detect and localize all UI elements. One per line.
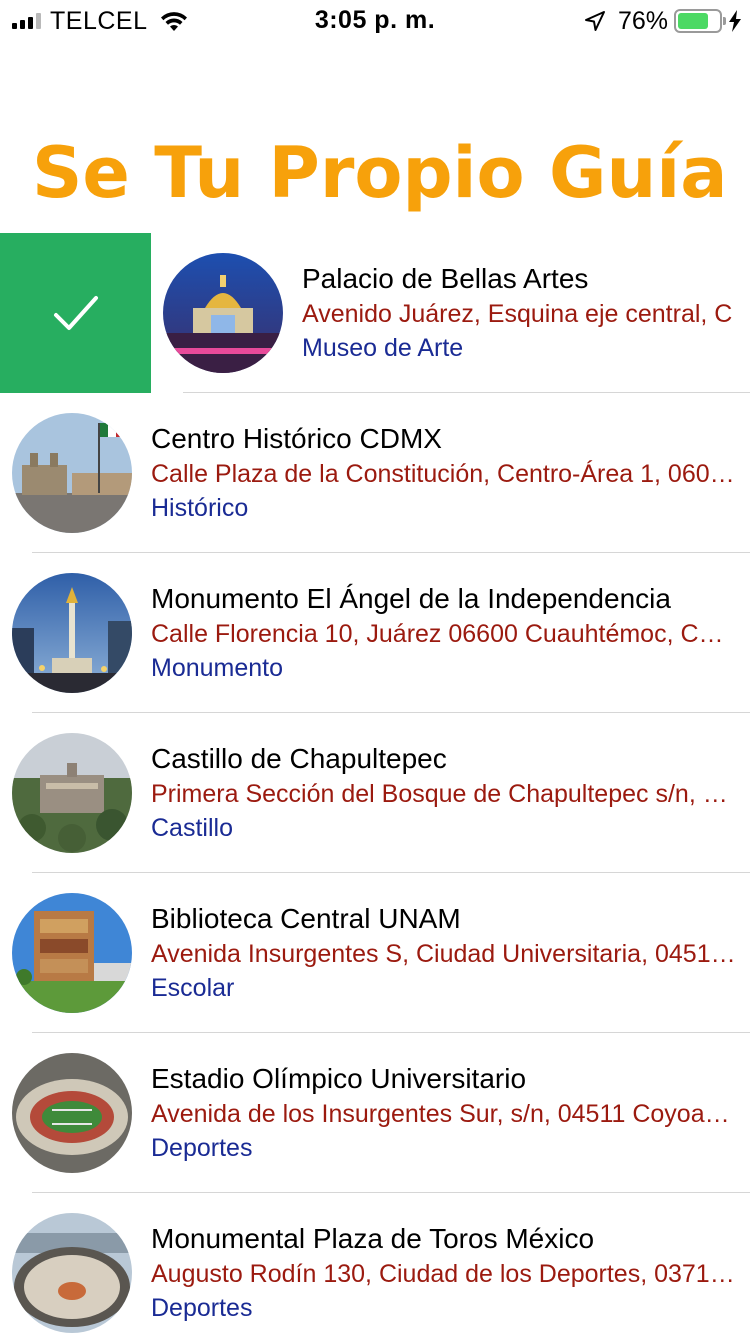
location-arrow-icon [584, 11, 605, 31]
list-item[interactable]: Castillo de Chapultepec Primera Sección … [0, 713, 750, 873]
status-right: 76% [584, 6, 742, 36]
place-thumbnail [12, 893, 132, 1013]
list-item[interactable]: Estadio Olímpico Universitario Avenida d… [0, 1033, 750, 1193]
list-item[interactable]: Monumento El Ángel de la Independencia C… [0, 553, 750, 713]
place-address: Augusto Rodín 130, Ciudad de los Deporte… [151, 1260, 741, 1288]
place-category: Deportes [151, 1294, 253, 1322]
place-category: Museo de Arte [302, 334, 464, 362]
place-category: Escolar [151, 974, 235, 1002]
place-address: Avenida Insurgentes S, Ciudad Universita… [151, 940, 741, 968]
place-category: Monumento [151, 654, 284, 682]
list-item[interactable]: Centro Histórico CDMX Calle Plaza de la … [0, 393, 750, 553]
place-thumbnail [163, 253, 283, 373]
place-address: Calle Florencia 10, Juárez 06600 Cuauhté… [151, 620, 741, 648]
status-bar: TELCEL 3:05 p. m. 76% [0, 0, 750, 40]
place-thumbnail [12, 413, 132, 533]
place-name: Estadio Olímpico Universitario [151, 1063, 527, 1094]
place-thumbnail [12, 1053, 132, 1173]
place-category: Histórico [151, 494, 249, 522]
list-item[interactable]: Biblioteca Central UNAM Avenida Insurgen… [0, 873, 750, 1033]
place-address: Avenido Juárez, Esquina eje central, C [302, 300, 733, 328]
place-name: Centro Histórico CDMX [151, 423, 442, 454]
place-thumbnail [12, 1213, 132, 1333]
place-address: Calle Plaza de la Constitución, Centro-Á… [151, 460, 741, 488]
place-name: Monumental Plaza de Toros México [151, 1223, 595, 1254]
place-address: Primera Sección del Bosque de Chapultepe… [151, 780, 741, 808]
charging-bolt-icon [729, 10, 741, 32]
battery-fill [678, 13, 709, 29]
list-item[interactable]: Palacio de Bellas Artes Avenido Juárez, … [0, 233, 750, 393]
place-category: Deportes [151, 1134, 253, 1162]
battery-percent: 76% [617, 6, 668, 35]
place-name: Monumento El Ángel de la Independencia [151, 583, 671, 614]
battery-icon [674, 9, 726, 33]
place-thumbnail [12, 733, 132, 853]
page-title: Se Tu Propio Guía [32, 132, 728, 214]
place-address: Avenida de los Insurgentes Sur, s/n, 045… [151, 1100, 741, 1128]
complete-swipe-button[interactable] [0, 233, 151, 393]
places-list[interactable]: Palacio de Bellas Artes Avenido Juárez, … [0, 233, 750, 1334]
place-name: Palacio de Bellas Artes [302, 263, 589, 294]
checkmark-icon [53, 296, 98, 330]
place-name: Biblioteca Central UNAM [151, 903, 461, 934]
place-category: Castillo [151, 814, 233, 842]
place-thumbnail [12, 573, 132, 693]
place-name: Castillo de Chapultepec [151, 743, 447, 774]
list-item[interactable]: Monumental Plaza de Toros México Augusto… [0, 1193, 750, 1334]
